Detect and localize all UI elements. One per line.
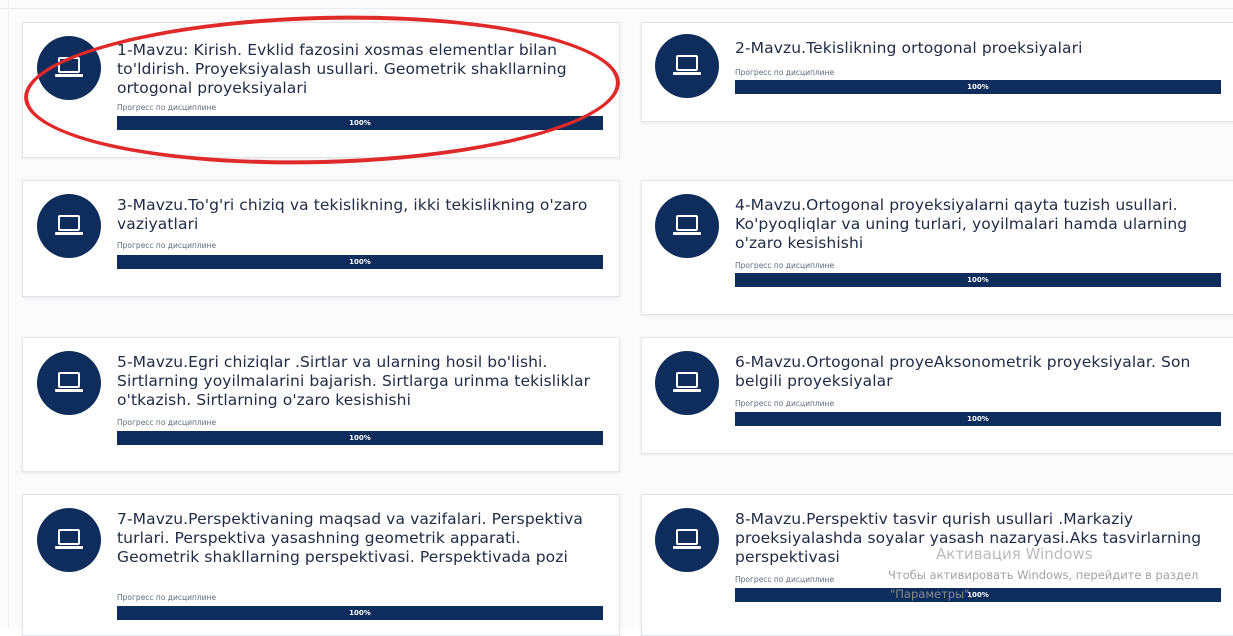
topic-title[interactable]: 3-Mavzu.To'g'ri chiziq va tekislikning, … bbox=[117, 196, 597, 234]
topic-title[interactable]: 4-Mavzu.Ortogonal proyeksiyalarni qayta … bbox=[735, 196, 1223, 253]
progress-bar: 100% bbox=[117, 116, 603, 130]
progress-label: Прогресс по дисциплине bbox=[735, 399, 835, 408]
progress-label: Прогресс по дисциплине bbox=[117, 241, 217, 250]
progress-bar: 100% bbox=[735, 273, 1221, 287]
progress-value: 100% bbox=[349, 609, 371, 617]
topic-card-3[interactable]: 3-Mavzu.To'g'ri chiziq va tekislikning, … bbox=[22, 180, 620, 297]
progress-label: Прогресс по дисциплине bbox=[117, 418, 217, 427]
topic-card-5[interactable]: 5-Mavzu.Egri chiziqlar .Sirtlar va ularn… bbox=[22, 337, 620, 472]
laptop-icon bbox=[37, 508, 101, 572]
progress-bar: 100% bbox=[117, 431, 603, 445]
topic-card-4[interactable]: 4-Mavzu.Ortogonal proyeksiyalarni qayta … bbox=[641, 180, 1233, 315]
progress-label: Прогресс по дисциплине bbox=[735, 68, 835, 77]
laptop-icon bbox=[37, 36, 101, 100]
progress-value: 100% bbox=[967, 276, 989, 284]
progress-value: 100% bbox=[349, 119, 371, 127]
windows-activation-title: Активация Windows bbox=[936, 545, 1093, 563]
divider bbox=[0, 8, 1233, 9]
progress-label: Прогресс по дисциплине bbox=[735, 261, 835, 270]
topic-title[interactable]: 1-Mavzu: Kirish. Evklid fazosini xosmas … bbox=[117, 41, 597, 98]
progress-value: 100% bbox=[349, 258, 371, 266]
progress-bar: 100% bbox=[735, 412, 1221, 426]
progress-value: 100% bbox=[967, 591, 989, 599]
topic-card-8[interactable]: 8-Mavzu.Perspektiv tasvir qurish usullar… bbox=[641, 494, 1233, 636]
topic-card-7[interactable]: 7-Mavzu.Perspektivaning maqsad va vazifa… bbox=[22, 494, 620, 636]
topic-title[interactable]: 6-Mavzu.Ortogonal proyeAksonometrik proy… bbox=[735, 353, 1223, 391]
progress-bar: 100% bbox=[117, 606, 603, 620]
progress-value: 100% bbox=[967, 83, 989, 91]
topic-card-2[interactable]: 2-Mavzu.Tekislikning ortogonal proeksiya… bbox=[641, 22, 1233, 122]
windows-activation-settings-link[interactable]: "Параметры". bbox=[890, 587, 973, 601]
laptop-icon bbox=[655, 508, 719, 572]
progress-label: Прогресс по дисциплине bbox=[117, 103, 217, 112]
topic-title[interactable]: 7-Mavzu.Perspektivaning maqsad va vazifa… bbox=[117, 510, 602, 567]
windows-activation-message: Чтобы активировать Windows, перейдите в … bbox=[888, 568, 1199, 582]
topic-card-6[interactable]: 6-Mavzu.Ortogonal proyeAksonometrik proy… bbox=[641, 337, 1233, 454]
progress-bar: 100% bbox=[735, 80, 1221, 94]
laptop-icon bbox=[655, 194, 719, 258]
laptop-icon bbox=[37, 351, 101, 415]
divider bbox=[8, 0, 9, 628]
progress-value: 100% bbox=[967, 415, 989, 423]
progress-bar: 100% bbox=[735, 588, 1221, 602]
progress-label: Прогресс по дисциплине bbox=[117, 593, 217, 602]
laptop-icon bbox=[37, 194, 101, 258]
progress-bar: 100% bbox=[117, 255, 603, 269]
topic-card-1[interactable]: 1-Mavzu: Kirish. Evklid fazosini xosmas … bbox=[22, 22, 620, 158]
progress-label: Прогресс по дисциплине bbox=[735, 575, 835, 584]
topic-title[interactable]: 2-Mavzu.Tekislikning ortogonal proeksiya… bbox=[735, 39, 1215, 58]
laptop-icon bbox=[655, 351, 719, 415]
progress-value: 100% bbox=[349, 434, 371, 442]
topic-title[interactable]: 5-Mavzu.Egri chiziqlar .Sirtlar va ularn… bbox=[117, 353, 602, 410]
laptop-icon bbox=[655, 34, 719, 98]
